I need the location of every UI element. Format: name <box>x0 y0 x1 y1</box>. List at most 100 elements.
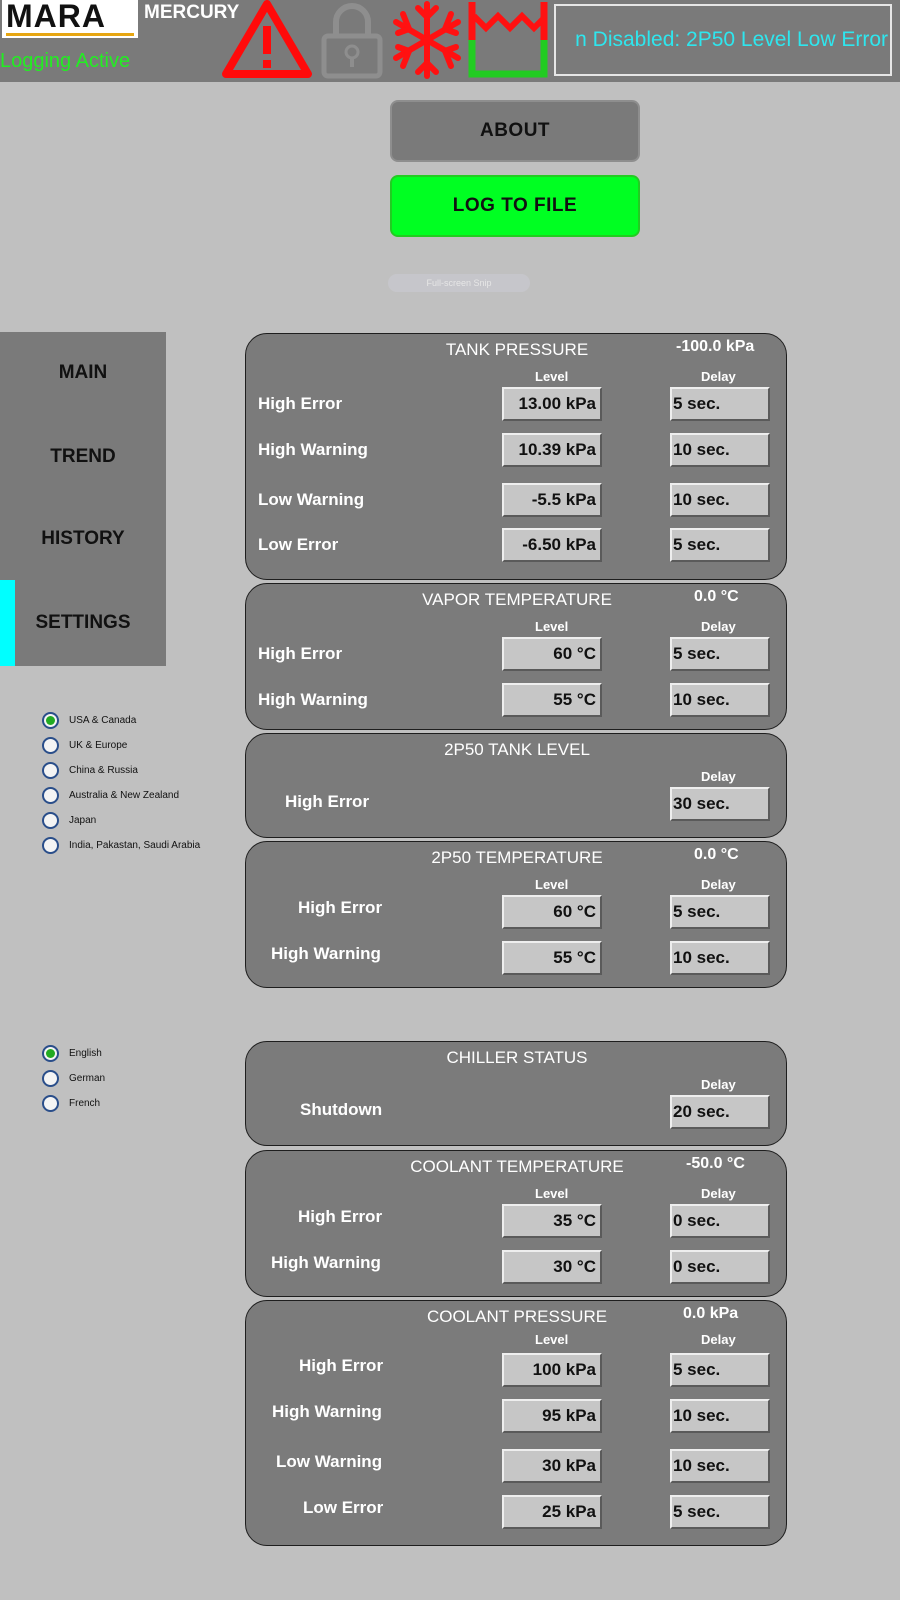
radio-button[interactable] <box>42 836 59 854</box>
row-label-high-error: High Error <box>298 1207 383 1226</box>
panel-coolant-temperature: COOLANT TEMPERATURE -50.0 °C Level Delay… <box>245 1150 787 1297</box>
radio-label: India, Pakastan, Saudi Arabia <box>69 839 201 851</box>
region-usa-canada[interactable]: USA & Canada <box>42 710 136 730</box>
language-french[interactable]: French <box>42 1093 100 1113</box>
delay-field-high-error[interactable]: 5 sec. <box>670 1353 770 1387</box>
delay-field-high-warning[interactable]: 10 sec. <box>670 1399 770 1433</box>
alarm-ticker-text: n Disabled: 2P50 Level Low Error <box>575 28 888 51</box>
logo-underline <box>6 33 134 36</box>
delay-field-low-error[interactable]: 5 sec. <box>670 528 770 562</box>
delay-field-high-warning[interactable]: 10 sec. <box>670 433 770 467</box>
level-field-high-warning[interactable]: 55 °C <box>502 683 602 717</box>
level-field-high-error[interactable]: 60 °C <box>502 637 602 671</box>
radio-label: UK & Europe <box>69 739 128 751</box>
region-china-russia[interactable]: China & Russia <box>42 760 138 780</box>
level-field-high-warning[interactable]: 95 kPa <box>502 1399 602 1433</box>
delay-field-high-error[interactable]: 30 sec. <box>670 787 770 821</box>
region-australia-nz[interactable]: Australia & New Zealand <box>42 785 179 805</box>
radio-button[interactable] <box>42 786 59 804</box>
region-uk-europe[interactable]: UK & Europe <box>42 735 127 755</box>
log-to-file-button[interactable]: LOG TO FILE <box>390 175 640 237</box>
radio-label: China & Russia <box>69 764 138 776</box>
level-field-low-warning[interactable]: -5.5 kPa <box>502 483 602 517</box>
row-label-high-error: High Error <box>258 394 343 413</box>
nav-settings[interactable]: SETTINGS <box>0 582 166 664</box>
row-label-shutdown: Shutdown <box>300 1100 383 1119</box>
nav-trend[interactable]: TREND <box>0 416 166 498</box>
side-nav: MAIN TREND HISTORY SETTINGS <box>0 332 166 666</box>
region-india-pakastan-saudi[interactable]: India, Pakastan, Saudi Arabia <box>42 835 200 855</box>
level-field-high-warning[interactable]: 55 °C <box>502 941 602 975</box>
delay-field-shutdown[interactable]: 20 sec. <box>670 1095 770 1129</box>
level-column-header: Level <box>535 619 569 634</box>
snowflake-icon[interactable] <box>390 0 464 80</box>
warning-icon[interactable] <box>222 0 312 80</box>
level-column-header: Level <box>535 369 569 384</box>
region-japan[interactable]: Japan <box>42 810 96 830</box>
delay-column-header: Delay <box>701 769 736 784</box>
panel-reading: 0.0 °C <box>694 846 739 863</box>
delay-column-header: Delay <box>701 1332 736 1347</box>
snip-overlay-tag: Full-screen Snip <box>388 274 530 292</box>
delay-column-header: Delay <box>701 877 736 892</box>
radio-button[interactable] <box>42 761 59 779</box>
delay-field-high-error[interactable]: 5 sec. <box>670 895 770 929</box>
language-german[interactable]: German <box>42 1068 105 1088</box>
radio-label: Japan <box>69 814 97 826</box>
radio-button[interactable] <box>42 1044 59 1062</box>
delay-field-high-error[interactable]: 5 sec. <box>670 387 770 421</box>
panel-title: 2P50 TANK LEVEL <box>444 740 590 759</box>
level-field-high-warning[interactable]: 10.39 kPa <box>502 433 602 467</box>
delay-column-header: Delay <box>701 1186 736 1201</box>
logo-text: MARA <box>6 0 106 34</box>
level-field-high-error[interactable]: 13.00 kPa <box>502 387 602 421</box>
row-label-high-warning: High Warning <box>258 690 368 709</box>
nav-main[interactable]: MAIN <box>0 332 166 414</box>
about-button[interactable]: ABOUT <box>390 100 640 162</box>
panel-title: CHILLER STATUS <box>446 1048 588 1067</box>
radio-label: English <box>69 1047 102 1059</box>
delay-field-high-warning[interactable]: 10 sec. <box>670 941 770 975</box>
level-field-high-error[interactable]: 35 °C <box>502 1204 602 1238</box>
level-field-low-error[interactable]: -6.50 kPa <box>502 528 602 562</box>
level-column-header: Level <box>535 1186 569 1201</box>
delay-field-high-warning[interactable]: 0 sec. <box>670 1250 770 1284</box>
tank-level-icon[interactable] <box>468 0 548 80</box>
level-field-low-error[interactable]: 25 kPa <box>502 1495 602 1529</box>
row-label-low-warning: Low Warning <box>276 1452 383 1471</box>
delay-column-header: Delay <box>701 1077 736 1092</box>
language-english[interactable]: English <box>42 1043 102 1063</box>
radio-button[interactable] <box>42 736 59 754</box>
level-field-high-warning[interactable]: 30 °C <box>502 1250 602 1284</box>
delay-field-low-error[interactable]: 5 sec. <box>670 1495 770 1529</box>
delay-field-high-warning[interactable]: 10 sec. <box>670 683 770 717</box>
panel-chiller-status: CHILLER STATUS Delay Shutdown 20 sec. <box>245 1041 787 1146</box>
row-label-low-error: Low Error <box>303 1498 384 1517</box>
delay-field-high-error[interactable]: 5 sec. <box>670 637 770 671</box>
delay-field-high-error[interactable]: 0 sec. <box>670 1204 770 1238</box>
row-label-high-error: High Error <box>299 1356 384 1375</box>
panel-reading: 0.0 kPa <box>683 1305 739 1322</box>
delay-field-low-warning[interactable]: 10 sec. <box>670 1449 770 1483</box>
level-field-high-error[interactable]: 60 °C <box>502 895 602 929</box>
panel-2p50-temperature: 2P50 TEMPERATURE 0.0 °C Level Delay High… <box>245 841 787 988</box>
radio-button[interactable] <box>42 1094 59 1112</box>
lock-icon[interactable] <box>316 0 388 80</box>
radio-label: French <box>69 1097 101 1109</box>
row-label-high-warning: High Warning <box>272 1402 382 1421</box>
level-field-low-warning[interactable]: 30 kPa <box>502 1449 602 1483</box>
panel-reading: -100.0 kPa <box>676 338 755 355</box>
panel-reading: 0.0 °C <box>694 588 739 605</box>
level-field-high-error[interactable]: 100 kPa <box>502 1353 602 1387</box>
radio-selected-dot <box>46 1048 55 1058</box>
row-label-high-error: High Error <box>258 644 343 663</box>
delay-column-header: Delay <box>701 619 736 634</box>
radio-button[interactable] <box>42 1069 59 1087</box>
delay-field-low-warning[interactable]: 10 sec. <box>670 483 770 517</box>
row-label-high-warning: High Warning <box>258 440 368 459</box>
nav-history[interactable]: HISTORY <box>0 498 166 580</box>
radio-button[interactable] <box>42 711 59 729</box>
radio-button[interactable] <box>42 811 59 829</box>
header-bar: MARA MERCURY Logging Active n Disabled: … <box>0 0 900 82</box>
row-label-high-warning: High Warning <box>271 1253 381 1272</box>
